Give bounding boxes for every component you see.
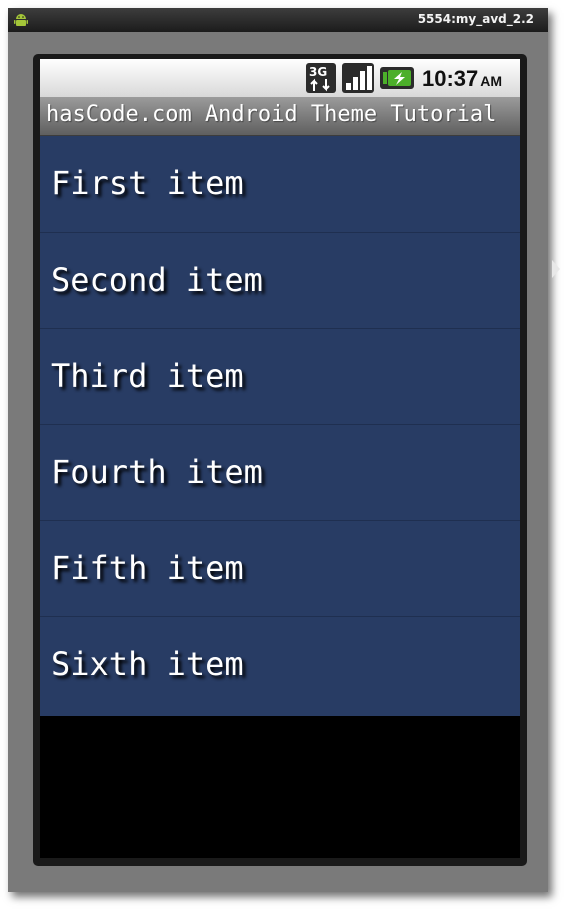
3g-label: 3G: [309, 65, 327, 79]
list-item-label: Second item: [51, 261, 263, 299]
signal-strength-icon: [342, 63, 374, 93]
list-item-label: Third item: [51, 357, 244, 395]
list-item-label: Fifth item: [51, 549, 244, 587]
status-bar: 3G 10:37 AM: [40, 59, 520, 97]
list-item[interactable]: Fifth item: [40, 520, 520, 616]
emulator-title: 5554:my_avd_2.2: [417, 12, 534, 26]
list-item[interactable]: Sixth item: [40, 616, 520, 712]
list-item-label: Sixth item: [51, 645, 244, 683]
list-item-label: First item: [51, 164, 244, 202]
emulator-titlebar[interactable]: 5554:my_avd_2.2: [8, 8, 548, 32]
device-bezel: 3G 10:37 AM hasCode.com Android Theme Tu…: [33, 54, 527, 866]
app-title: hasCode.com Android Theme Tutorial: [46, 102, 497, 127]
emulator-window: 5554:my_avd_2.2 3G 10:37 AM hasCode.com …: [8, 8, 560, 892]
status-clock: 10:37 AM: [422, 66, 502, 92]
list-item[interactable]: First item: [40, 136, 520, 232]
clock-ampm: AM: [480, 73, 503, 89]
list-item-label: Fourth item: [51, 453, 263, 491]
device-screen: 3G 10:37 AM hasCode.com Android Theme Tu…: [40, 59, 520, 858]
app-titlebar: hasCode.com Android Theme Tutorial: [40, 97, 520, 136]
list-item[interactable]: Fourth item: [40, 424, 520, 520]
item-list: First item Second item Third item Fourth…: [40, 136, 520, 716]
list-item[interactable]: Second item: [40, 232, 520, 328]
list-item[interactable]: Third item: [40, 328, 520, 424]
android-robot-icon: [14, 14, 28, 26]
battery-charging-icon: [380, 67, 414, 89]
clock-time: 10:37: [422, 66, 479, 91]
expand-panel-arrow-icon[interactable]: [552, 260, 560, 278]
3g-data-icon: 3G: [306, 63, 336, 93]
